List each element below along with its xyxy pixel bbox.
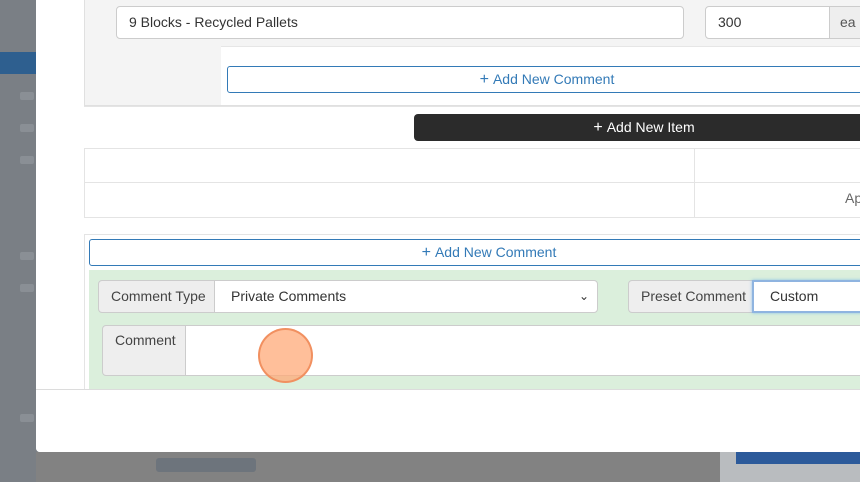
add-new-item-button[interactable]: + Add New Item <box>414 114 860 141</box>
background-sidebar-active-item <box>0 52 40 74</box>
click-indicator <box>258 328 313 383</box>
preset-comment-select[interactable]: Custom <box>752 280 860 313</box>
item-unit-addon: ea <box>829 6 860 39</box>
summary-divider <box>85 182 860 183</box>
summary-table: Ap <box>84 148 860 218</box>
background-footer <box>36 452 860 482</box>
item-add-comment-button[interactable]: + Add New Comment <box>227 66 860 93</box>
background-sidebar-icon <box>20 92 34 100</box>
summary-partial-text: Ap <box>845 190 860 206</box>
summary-divider <box>694 148 695 218</box>
item-description-input[interactable]: 9 Blocks - Recycled Pallets <box>116 6 684 39</box>
comment-type-value: Private Comments <box>231 288 347 304</box>
background-sidebar-icon <box>20 252 34 260</box>
modal-body: 9 Blocks - Recycled Pallets 300 ea + Add … <box>36 0 860 389</box>
background-sidebar-icon <box>20 156 34 164</box>
add-new-comment-button[interactable]: + Add New Comment <box>89 239 860 266</box>
preset-comment-value: Custom <box>770 288 819 304</box>
background-sidebar-icon <box>20 124 34 132</box>
background-sidebar <box>0 0 40 482</box>
background-sidebar-icon <box>20 284 34 292</box>
add-new-comment-label: Add New Comment <box>434 244 557 260</box>
add-new-item-label: Add New Item <box>606 119 695 135</box>
plus-icon: + <box>479 71 489 88</box>
chevron-down-icon: ⌄ <box>578 289 589 303</box>
item-quantity-input[interactable]: 300 <box>705 6 830 39</box>
modal-footer <box>36 389 860 452</box>
item-add-comment-label: Add New Comment <box>492 71 615 87</box>
background-sidebar-icon <box>20 414 34 422</box>
plus-icon: + <box>421 244 431 261</box>
divider <box>84 106 860 107</box>
line-item: 9 Blocks - Recycled Pallets 300 ea + Add … <box>84 0 860 106</box>
comment-type-select[interactable]: Private Comments ⌄ <box>214 280 598 313</box>
comment-type-label: Comment Type <box>98 280 215 313</box>
background-element <box>156 458 256 472</box>
background-button <box>720 452 860 482</box>
comment-label: Comment <box>102 325 186 376</box>
plus-icon: + <box>593 119 603 136</box>
modal-dialog: 9 Blocks - Recycled Pallets 300 ea + Add … <box>36 0 860 452</box>
preset-comment-label: Preset Comment <box>628 280 754 313</box>
